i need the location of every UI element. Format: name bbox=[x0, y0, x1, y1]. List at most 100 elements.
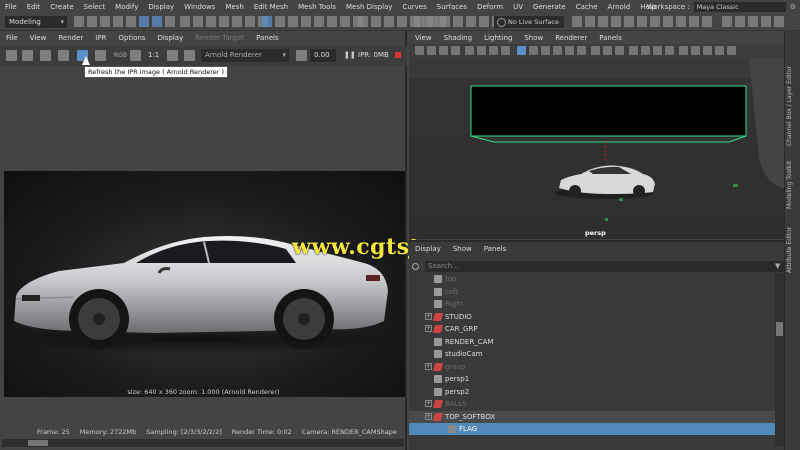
outliner-item[interactable]: studioCam bbox=[409, 348, 775, 360]
expand-toggle-icon[interactable]: + bbox=[425, 412, 432, 420]
undo-icon[interactable] bbox=[113, 16, 123, 27]
expand-toggle-icon[interactable]: + bbox=[425, 325, 432, 332]
redo-previous-render-icon[interactable] bbox=[6, 50, 17, 61]
layout-single-icon[interactable] bbox=[637, 16, 647, 27]
snap-live-icon[interactable] bbox=[314, 16, 324, 27]
render-view-hscroll[interactable] bbox=[2, 439, 404, 447]
select-object-icon[interactable] bbox=[152, 16, 162, 27]
node-editor-icon[interactable] bbox=[702, 16, 712, 27]
snap-curve-icon[interactable] bbox=[275, 16, 285, 27]
renderer-select[interactable]: Arnold Renderer bbox=[201, 49, 289, 62]
select-component-icon[interactable] bbox=[165, 16, 175, 27]
isolate-select-icon[interactable] bbox=[629, 46, 638, 55]
snap-together-icon[interactable] bbox=[479, 16, 489, 27]
new-scene-icon[interactable] bbox=[74, 16, 84, 27]
mask-joint-icon[interactable] bbox=[193, 16, 203, 27]
color-management-icon[interactable] bbox=[691, 46, 700, 55]
workspace-settings-icon[interactable]: ⚙ bbox=[790, 3, 796, 11]
render-view-icon[interactable] bbox=[572, 16, 582, 27]
menu-display[interactable]: Display bbox=[143, 3, 179, 11]
vscroll-thumb[interactable] bbox=[776, 322, 783, 336]
exposure-field[interactable]: 0.00 bbox=[310, 49, 336, 62]
menu-mesh[interactable]: Mesh bbox=[220, 3, 248, 11]
menu-file[interactable]: File bbox=[0, 3, 22, 11]
layout-two-icon[interactable] bbox=[650, 16, 660, 27]
ipr-render-button-icon[interactable] bbox=[58, 50, 69, 61]
frame-region-icon[interactable] bbox=[184, 50, 195, 61]
xform-icon[interactable] bbox=[453, 16, 463, 27]
ipr-render-icon[interactable] bbox=[371, 16, 381, 27]
outliner-item[interactable]: persp2 bbox=[409, 386, 775, 398]
soft-select-icon[interactable] bbox=[414, 16, 424, 27]
open-scene-icon[interactable] bbox=[87, 16, 97, 27]
motion-blur-icon[interactable] bbox=[603, 46, 612, 55]
toggle-toolbox-icon[interactable] bbox=[722, 16, 732, 27]
expand-toggle-icon[interactable]: + bbox=[425, 362, 432, 370]
redo-icon[interactable] bbox=[126, 16, 136, 27]
xray-active-icon[interactable] bbox=[653, 46, 662, 55]
exposure-viewport-icon[interactable] bbox=[703, 46, 712, 55]
expand-toggle-icon[interactable]: + bbox=[425, 400, 432, 407]
gate-mask-icon[interactable] bbox=[501, 46, 510, 55]
wireframe-on-shaded-icon[interactable] bbox=[541, 46, 550, 55]
ambient-occlusion-icon[interactable] bbox=[591, 46, 600, 55]
ol-menu-show[interactable]: Show bbox=[447, 245, 478, 257]
outliner-item[interactable]: + CAR_GRP bbox=[409, 323, 775, 335]
outliner-item[interactable]: FLAG bbox=[409, 423, 775, 435]
select-camera-icon[interactable] bbox=[415, 46, 424, 55]
menu-edit-mesh[interactable]: Edit Mesh bbox=[249, 3, 293, 11]
resolution-gate-icon[interactable] bbox=[489, 46, 498, 55]
real-size-label[interactable]: 1:1 bbox=[148, 51, 159, 59]
layout-four-icon[interactable] bbox=[663, 16, 673, 27]
menu-modify[interactable]: Modify bbox=[110, 3, 143, 11]
image-plane-icon[interactable] bbox=[451, 46, 460, 55]
mask-deform-icon[interactable] bbox=[232, 16, 242, 27]
textured-icon[interactable] bbox=[553, 46, 562, 55]
bookmark-icon[interactable] bbox=[439, 46, 448, 55]
render-current-frame-icon[interactable] bbox=[358, 16, 368, 27]
ol-menu-panels[interactable]: Panels bbox=[478, 245, 513, 257]
view-transform-icon[interactable] bbox=[727, 46, 736, 55]
playblast-icon[interactable] bbox=[611, 16, 621, 27]
search-options-chevron-icon[interactable]: ▼ bbox=[775, 262, 780, 270]
ipr-pause-icon[interactable]: ❚❚ bbox=[344, 51, 356, 59]
tab-attribute-editor[interactable]: Attribute Editor bbox=[786, 219, 800, 281]
rv-menu-panels[interactable]: Panels bbox=[250, 34, 285, 46]
viewport-settings-icon[interactable] bbox=[679, 46, 688, 55]
rv-menu-view[interactable]: View bbox=[24, 34, 53, 46]
menu-select[interactable]: Select bbox=[79, 3, 111, 11]
menu-surfaces[interactable]: Surfaces bbox=[432, 3, 472, 11]
menu-mesh-tools[interactable]: Mesh Tools bbox=[293, 3, 341, 11]
xray-joints-icon[interactable] bbox=[665, 46, 674, 55]
anti-aliasing-icon[interactable] bbox=[615, 46, 624, 55]
pivot-icon[interactable] bbox=[440, 16, 450, 27]
outliner-item[interactable]: RENDER_CAM bbox=[409, 336, 775, 348]
render-region-icon[interactable] bbox=[22, 50, 33, 61]
magnet-icon[interactable] bbox=[466, 16, 476, 27]
outliner-search-input[interactable]: Search... bbox=[425, 261, 784, 272]
shadows-icon[interactable] bbox=[577, 46, 586, 55]
film-gate-icon[interactable] bbox=[477, 46, 486, 55]
outliner-item[interactable]: top bbox=[409, 273, 775, 285]
mask-curve-icon[interactable] bbox=[206, 16, 216, 27]
save-scene-icon[interactable] bbox=[100, 16, 110, 27]
toggle-tool-settings-icon[interactable] bbox=[761, 16, 771, 27]
rv-menu-display[interactable]: Display bbox=[151, 34, 189, 46]
stop-render-icon[interactable] bbox=[395, 52, 401, 58]
menu-windows[interactable]: Windows bbox=[179, 3, 220, 11]
xray-icon[interactable] bbox=[641, 46, 650, 55]
outliner-item[interactable]: + STUDIO bbox=[409, 311, 775, 323]
hypershade-icon[interactable] bbox=[397, 16, 407, 27]
render-settings-icon[interactable] bbox=[384, 16, 394, 27]
snap-grid-icon[interactable] bbox=[262, 16, 272, 27]
snapshot-icon[interactable] bbox=[40, 50, 51, 61]
history-icon[interactable] bbox=[327, 16, 337, 27]
ol-menu-display[interactable]: Display bbox=[409, 245, 447, 257]
outliner-item[interactable]: Right bbox=[409, 298, 775, 310]
menu-mesh-display[interactable]: Mesh Display bbox=[341, 3, 397, 11]
outliner-item[interactable]: + BALLS bbox=[409, 398, 775, 410]
rv-menu-options[interactable]: Options bbox=[112, 34, 151, 46]
display-alpha-icon[interactable] bbox=[130, 50, 141, 61]
mode-select[interactable]: Modeling bbox=[5, 16, 67, 28]
tab-channel-box[interactable]: Channel Box / Layer Editor bbox=[786, 61, 800, 151]
